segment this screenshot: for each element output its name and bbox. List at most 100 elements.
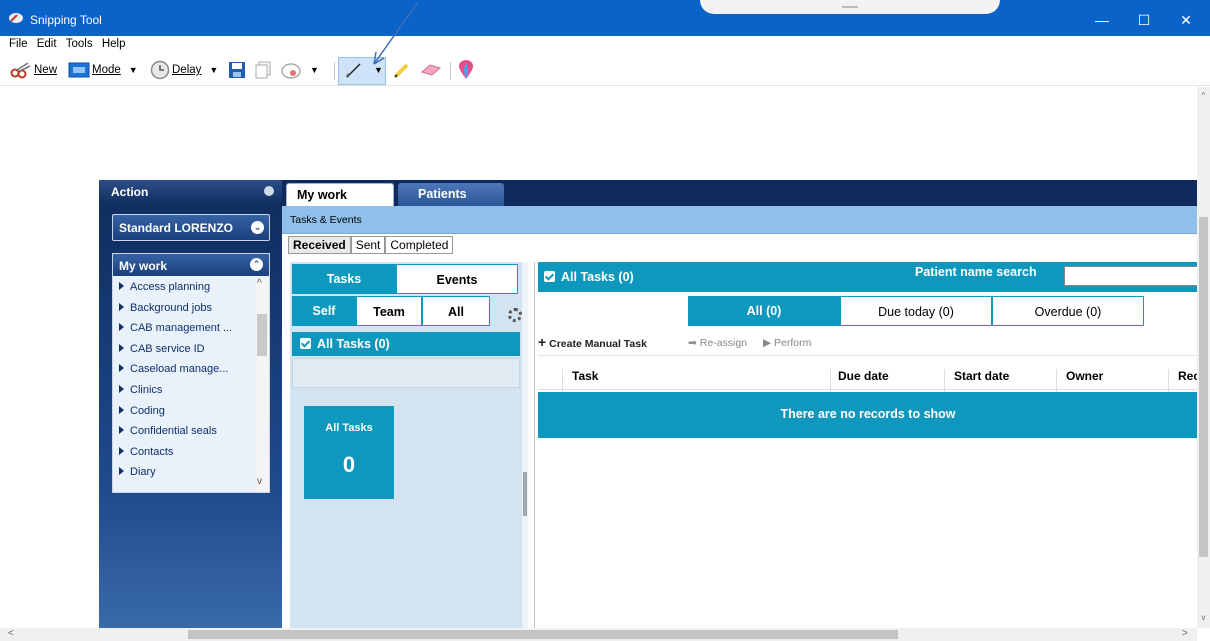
tab-patients[interactable]: Patients — [398, 183, 504, 206]
menu-help[interactable]: Help — [102, 38, 126, 50]
reassign-button[interactable]: ➡ Re-assign — [688, 337, 747, 349]
panel-splitter[interactable] — [522, 262, 528, 628]
mywork-item[interactable]: Clinics — [113, 381, 255, 402]
horizontal-scrollbar[interactable]: < > — [0, 628, 1197, 641]
new-label: New — [34, 64, 58, 76]
tab-strip: My work Patients — [282, 180, 1197, 206]
copy-button[interactable] — [254, 60, 272, 80]
all-tasks-tile[interactable]: All Tasks 0 — [304, 406, 394, 499]
scissors-icon — [10, 62, 31, 79]
mywork-item[interactable]: Coding — [113, 402, 255, 423]
maximize-button[interactable]: ☐ — [1124, 8, 1164, 32]
save-button[interactable] — [228, 60, 246, 80]
no-records-message: There are no records to show — [538, 392, 1198, 438]
standard-label: Standard LORENZO — [119, 221, 234, 235]
subtab-received[interactable]: Received — [288, 236, 351, 254]
patient-search-input[interactable] — [1064, 266, 1198, 286]
col-owner[interactable]: Owner — [1066, 369, 1103, 383]
pen-dropdown-icon[interactable]: ▼ — [374, 65, 383, 75]
tab-my-work[interactable]: My work — [286, 183, 394, 206]
eraser-icon — [420, 64, 442, 76]
mywork-item[interactable]: CAB service ID — [113, 340, 255, 361]
window-title: Snipping Tool — [30, 13, 102, 27]
pin-icon[interactable] — [264, 186, 274, 196]
delay-button[interactable]: Delay ▼ — [150, 60, 218, 80]
filter-all[interactable]: All (0) — [688, 296, 840, 326]
menu-edit[interactable]: Edit — [37, 38, 57, 50]
horizontal-scroll-thumb[interactable] — [188, 630, 898, 639]
subtab-sent[interactable]: Sent — [350, 236, 386, 254]
subtabs: Received Sent Completed — [288, 236, 454, 254]
collapse-icon[interactable]: ⌃ — [250, 258, 263, 271]
plus-icon: + — [538, 334, 547, 350]
splitter-handle[interactable] — [523, 472, 527, 516]
toggle-events[interactable]: Events — [396, 264, 518, 294]
mywork-item[interactable]: Caseload manage... — [113, 360, 255, 381]
snipping-tool-icon — [9, 13, 23, 23]
pen-icon — [345, 63, 361, 78]
subtab-completed[interactable]: Completed — [385, 236, 454, 254]
scope-team[interactable]: Team — [356, 296, 422, 326]
perform-button[interactable]: ▶ Perform — [763, 337, 811, 349]
toolbar-separator — [334, 62, 335, 80]
delay-dropdown-icon[interactable]: ▼ — [209, 65, 218, 75]
gear-icon[interactable] — [508, 308, 522, 322]
minimize-button[interactable]: — — [1082, 8, 1122, 32]
left-action-panel: Action Standard LORENZO ⌄ My work ⌃ Acce… — [99, 180, 282, 628]
drag-handle[interactable] — [700, 0, 1000, 14]
pen-button[interactable]: ▼ — [344, 60, 383, 80]
toggle-tasks[interactable]: Tasks — [292, 264, 396, 294]
mywork-item[interactable]: CAB management ... — [113, 319, 255, 340]
delay-label: Delay — [172, 64, 202, 76]
filter-due-today[interactable]: Due today (0) — [840, 296, 992, 326]
scope-all[interactable]: All — [422, 296, 490, 326]
mywork-title: My work — [119, 259, 168, 273]
checkbox-icon — [544, 271, 555, 282]
standard-lorenzo-box[interactable]: Standard LORENZO ⌄ — [112, 214, 270, 241]
scroll-down-icon[interactable]: v — [1199, 613, 1208, 623]
scrollbar-thumb[interactable] — [257, 314, 267, 356]
vertical-scroll-thumb[interactable] — [1199, 217, 1208, 557]
expand-icon[interactable]: ⌄ — [251, 221, 264, 234]
chevron-right-icon — [119, 384, 124, 393]
chevron-right-icon — [119, 405, 124, 414]
scroll-right-icon[interactable]: > — [1182, 628, 1188, 639]
scope-self[interactable]: Self — [292, 296, 356, 326]
col-task[interactable]: Task — [572, 369, 598, 383]
menu-tools[interactable]: Tools — [66, 38, 93, 50]
filter-overdue[interactable]: Overdue (0) — [992, 296, 1144, 326]
vertical-scrollbar[interactable]: ^ v — [1197, 87, 1210, 628]
mywork-item[interactable]: Background jobs — [113, 299, 255, 320]
all-tasks-row[interactable]: All Tasks (0) — [292, 332, 520, 356]
mywork-item[interactable]: Access planning — [113, 278, 255, 299]
col-due-date[interactable]: Due date — [838, 369, 889, 383]
eraser-button[interactable] — [420, 60, 442, 80]
menu-file[interactable]: File — [9, 38, 28, 50]
send-button[interactable]: ▼ — [280, 60, 319, 80]
mywork-item[interactable]: Diary — [113, 463, 255, 484]
close-button[interactable]: ✕ — [1166, 8, 1206, 32]
task-filter-column: Tasks Events Self Team All All Tasks (0)… — [290, 262, 522, 628]
create-manual-task-button[interactable]: + Create Manual Task — [538, 334, 647, 350]
section-title: Tasks & Events — [290, 214, 362, 226]
scroll-down-icon[interactable]: v — [257, 476, 262, 487]
mode-label: Mode — [92, 64, 121, 76]
mode-button[interactable]: Mode ▼ — [68, 60, 138, 80]
scroll-up-icon[interactable]: ^ — [1199, 91, 1208, 101]
scroll-up-icon[interactable]: ^ — [257, 278, 262, 289]
new-button[interactable]: New — [10, 60, 57, 80]
highlighter-button[interactable] — [392, 60, 412, 80]
col-start-date[interactable]: Start date — [954, 369, 1009, 383]
title-bar: Snipping Tool — ☐ ✕ — [0, 0, 1210, 36]
column-header-row: Task Due date Start date Owner Rec — [538, 362, 1200, 397]
mode-dropdown-icon[interactable]: ▼ — [129, 65, 138, 75]
chevron-right-icon — [119, 323, 124, 332]
mywork-item[interactable]: Confidential seals — [113, 422, 255, 443]
send-dropdown-icon[interactable]: ▼ — [310, 65, 319, 75]
mywork-scrollbar[interactable]: ^ v — [255, 278, 269, 492]
mywork-item[interactable]: Contacts — [113, 443, 255, 464]
toolbar-separator-2 — [450, 62, 451, 80]
scroll-left-icon[interactable]: < — [8, 628, 14, 639]
chevron-right-icon — [119, 426, 124, 435]
paint3d-button[interactable] — [458, 60, 474, 80]
